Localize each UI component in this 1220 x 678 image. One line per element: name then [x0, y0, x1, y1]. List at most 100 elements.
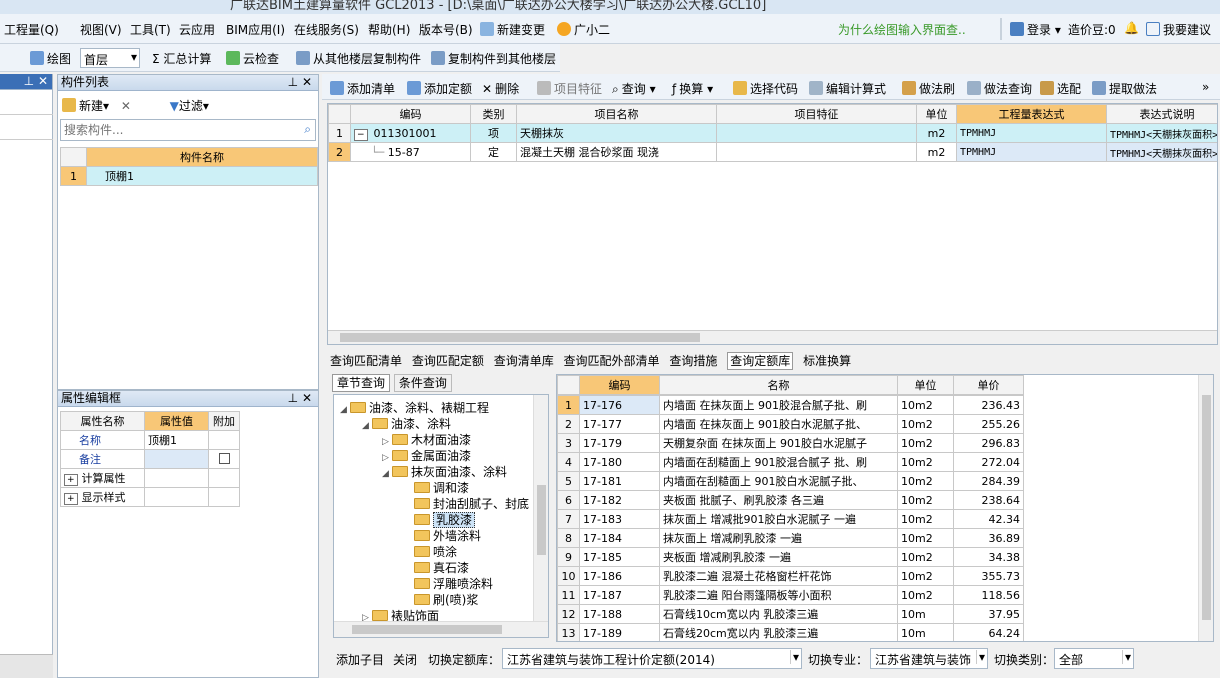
table-row[interactable]: 7 17-183 抹灰面上 增减批901胶白水泥腻子 一遍 10m2 42.34: [557, 509, 1024, 529]
expand-icon[interactable]: +: [64, 493, 78, 505]
tree-node[interactable]: 真石漆: [414, 559, 469, 576]
component-name-cell[interactable]: 顶棚1: [86, 166, 318, 186]
item-feature-button[interactable]: 项目特征: [537, 80, 602, 97]
tree-node[interactable]: 调和漆: [414, 479, 469, 496]
table-row[interactable]: + 显示样式: [60, 487, 240, 507]
horizontal-scrollbar[interactable]: [328, 330, 1217, 344]
menu-item-project[interactable]: 工程量(Q): [4, 21, 59, 38]
pin-close-icon[interactable]: ⊥ ✕: [288, 75, 312, 90]
table-row[interactable]: 6 17-182 夹板面 批腻子、刷乳胶漆 各三遍 10m2 238.64: [557, 490, 1024, 510]
tree-node[interactable]: 刷(喷)浆: [414, 591, 478, 608]
tab-measures[interactable]: 查询措施: [669, 354, 717, 368]
login-button[interactable]: 登录 ▾: [1010, 21, 1061, 38]
new-change-button[interactable]: 新建变更: [480, 21, 545, 38]
copy-to-floor-button[interactable]: 复制构件到其他楼层: [431, 50, 556, 67]
menu-item-view[interactable]: 视图(V): [80, 21, 122, 38]
name-cell[interactable]: 天棚抹灰: [516, 123, 717, 143]
tree-node[interactable]: 浮雕喷涂料: [414, 575, 493, 592]
tree-node[interactable]: ▷ 金属面油漆: [382, 447, 471, 464]
search-input[interactable]: [61, 120, 291, 140]
add-child-button[interactable]: 添加子目: [336, 651, 384, 668]
extra-checkbox[interactable]: [218, 452, 230, 464]
menu-item-bim[interactable]: BIM应用(I): [226, 21, 285, 38]
copy-from-floor-button[interactable]: 从其他楼层复制构件: [296, 50, 421, 67]
major-select[interactable]: 江苏省建筑与装饰 ▾: [870, 648, 988, 669]
table-row[interactable]: 2 └─ 15-87 定混凝土天棚 混合砂浆面 现浇 m2 TPMHMJ TPMHMJ<天…: [328, 142, 1217, 162]
table-row[interactable]: 10 17-186 乳胶漆二遍 混凝土花格窗栏杆花饰 10m2 355.73: [557, 566, 1024, 586]
menu-item-cloud[interactable]: 云应用: [179, 21, 215, 38]
prop-value[interactable]: [144, 449, 209, 469]
tree-node[interactable]: 喷涂: [414, 543, 457, 560]
tree-node[interactable]: ◢ 油漆、涂料: [362, 415, 451, 432]
table-row[interactable]: 1−011301001 项天棚抹灰 m2 TPMHMJ TPMHMJ<天棚抹灰面积>: [328, 123, 1217, 143]
tab-match-bill[interactable]: 查询匹配清单: [330, 354, 402, 368]
menu-item-version[interactable]: 版本号(B): [419, 21, 473, 38]
search-icon[interactable]: ⌕: [304, 122, 311, 137]
draw-button[interactable]: 绘图: [30, 50, 71, 67]
filter-icon[interactable]: ▼: [170, 99, 179, 113]
tab-match-quota[interactable]: 查询匹配定额: [412, 354, 484, 368]
table-row[interactable]: 12 17-188 石膏线10cm宽以内 乳胶漆三遍 10m 37.95: [557, 604, 1024, 624]
table-row[interactable]: 13 17-189 石膏线20cm宽以内 乳胶漆三遍 10m 64.24: [557, 623, 1024, 641]
table-row[interactable]: 2 17-177 内墙面 在抹灰面上 901胶白水泥腻子批、 10m2 255.26: [557, 414, 1024, 434]
tab-bill-library[interactable]: 查询清单库: [494, 354, 554, 368]
category-select[interactable]: 全部 ▾: [1054, 648, 1134, 669]
feature-cell[interactable]: [716, 123, 917, 143]
tree-node[interactable]: ◢ 油漆、涂料、裱糊工程: [340, 399, 489, 416]
tab-quota-library[interactable]: 查询定额库: [727, 352, 794, 370]
table-row[interactable]: 4 17-180 内墙面在刮糙面上 901胶混合腻子 批、刷 10m2 272.04: [557, 452, 1024, 472]
table-row[interactable]: 5 17-181 内墙面在刮糙面上 901胶白水泥腻子批、 10m2 284.39: [557, 471, 1024, 491]
quota-vertical-scrollbar[interactable]: [1198, 375, 1213, 641]
query-button[interactable]: ⌕ 查询 ▾: [612, 80, 656, 97]
add-bill-button[interactable]: 添加清单: [330, 80, 395, 97]
table-row[interactable]: 3 17-179 天棚复杂面 在抹灰面上 901胶白水泥腻子 10m2 296.83: [557, 433, 1024, 453]
price-bean-label[interactable]: 造价豆:0: [1068, 21, 1116, 38]
edit-formula-button[interactable]: 编辑计算式: [809, 80, 886, 97]
help-hint-link[interactable]: 为什么绘图输入界面查..: [838, 21, 966, 38]
add-quota-button[interactable]: 添加定额: [407, 80, 472, 97]
floor-select[interactable]: 首层 ▾: [80, 48, 140, 68]
table-row[interactable]: 11 17-187 乳胶漆二遍 阳台雨篷隔板等小面积 10m2 118.56: [557, 585, 1024, 605]
tree-node[interactable]: ▷ 木材面油漆: [382, 431, 471, 448]
table-row[interactable]: 名称 顶棚1: [60, 430, 240, 450]
method-brush-button[interactable]: 做法刷: [902, 80, 955, 97]
filter-button[interactable]: 过滤: [179, 99, 203, 113]
close-button[interactable]: 关闭: [393, 651, 417, 668]
tab-chapter-query[interactable]: 章节查询: [332, 374, 391, 392]
extract-method-button[interactable]: 提取做法: [1092, 80, 1157, 97]
feature-cell[interactable]: [716, 142, 917, 162]
expr-cell[interactable]: TPMHMJ: [956, 123, 1107, 143]
quota-lib-select[interactable]: 江苏省建筑与装饰工程计价定额(2014) ▾: [502, 648, 802, 669]
pin-close-icon[interactable]: ⊥ ✕: [288, 391, 312, 406]
tab-standard-convert[interactable]: 标准换算: [803, 354, 851, 368]
tab-condition-query[interactable]: 条件查询: [393, 374, 452, 392]
menu-item-help[interactable]: 帮助(H): [368, 21, 410, 38]
nav-panel-scroll[interactable]: [0, 654, 53, 678]
method-query-button[interactable]: 做法查询: [967, 80, 1032, 97]
menu-item-tools[interactable]: 工具(T): [130, 21, 171, 38]
select-code-button[interactable]: 选择代码: [733, 80, 798, 97]
tree-vertical-scrollbar[interactable]: [533, 395, 548, 621]
tab-match-external[interactable]: 查询匹配外部清单: [564, 354, 660, 368]
sum-calc-button[interactable]: Σ 汇总计算: [152, 50, 211, 67]
table-row[interactable]: 8 17-184 抹灰面上 增减刷乳胶漆 一遍 10m2 36.89: [557, 528, 1024, 548]
tree-horizontal-scrollbar[interactable]: [334, 621, 548, 637]
new-component-button[interactable]: 新建▾: [62, 98, 109, 113]
tree-node[interactable]: 封油刮腻子、封底: [414, 495, 529, 512]
tree-node[interactable]: 外墙涂料: [414, 527, 481, 544]
copy-component-icon[interactable]: [143, 98, 157, 112]
prop-value[interactable]: 顶棚1: [144, 430, 209, 450]
delete-button[interactable]: ✕ 删除: [482, 80, 519, 97]
cloud-check-button[interactable]: 云检查: [226, 50, 279, 67]
more-icon[interactable]: »: [1202, 80, 1209, 94]
table-row[interactable]: 9 17-185 夹板面 增减刷乳胶漆 一遍 10m2 34.38: [557, 547, 1024, 567]
collapse-icon[interactable]: −: [354, 128, 368, 141]
tree-node[interactable]: ◢ 抹灰面油漆、涂料: [382, 463, 507, 480]
assistant-button[interactable]: 广小二: [557, 21, 610, 38]
table-row[interactable]: 1 17-176 内墙面 在抹灰面上 901胶混合腻子批、刷 10m2 236.43: [557, 395, 1024, 415]
bell-icon[interactable]: 🔔: [1124, 21, 1139, 35]
expr-cell[interactable]: TPMHMJ: [956, 142, 1107, 162]
convert-button[interactable]: ƒ 换算 ▾: [672, 80, 713, 97]
name-cell[interactable]: 混凝土天棚 混合砂浆面 现浇: [516, 142, 717, 162]
table-row[interactable]: 1 顶棚1: [60, 166, 318, 186]
